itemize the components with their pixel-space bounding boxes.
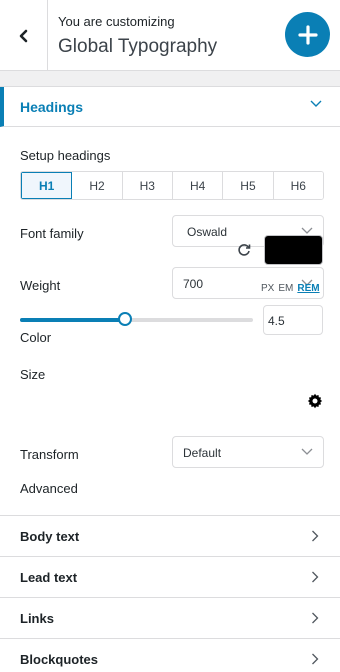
reset-icon[interactable] (236, 242, 252, 258)
back-button[interactable] (0, 0, 48, 71)
setup-headings-label: Setup headings (20, 148, 111, 163)
chevron-down-icon (310, 100, 322, 107)
section-label: Lead text (20, 570, 78, 585)
heading-h2-button[interactable]: H2 (72, 172, 123, 199)
unit-rem-button[interactable]: REM (297, 283, 319, 294)
heading-h5-button[interactable]: H5 (223, 172, 274, 199)
size-unit-switcher: PX EM REM (261, 283, 320, 294)
back-chevron-icon (19, 29, 27, 42)
section-title: Headings (20, 99, 84, 115)
section-label: Body text (20, 529, 80, 544)
headings-panel: Headings Setup headings H1 H2 H3 H4 H5 H… (0, 86, 340, 516)
gear-icon[interactable] (307, 393, 323, 409)
customizer-header: You are customizing Global Typography (0, 0, 340, 71)
color-swatch[interactable] (264, 235, 323, 265)
color-label: Color (20, 330, 52, 345)
lead-text-section[interactable]: Lead text (0, 557, 340, 598)
size-slider-track[interactable] (20, 318, 253, 322)
headings-section-header[interactable]: Headings (0, 87, 340, 127)
weight-value: 700 (183, 277, 204, 291)
chevron-right-icon (312, 530, 319, 542)
header-subtitle: You are customizing (58, 14, 175, 29)
heading-h3-button[interactable]: H3 (122, 172, 173, 199)
size-slider-thumb[interactable] (117, 312, 132, 326)
size-label: Size (20, 367, 46, 382)
heading-h6-button[interactable]: H6 (273, 172, 323, 199)
font-family-label: Font family (20, 226, 84, 241)
section-label: Blockquotes (20, 652, 99, 667)
weight-label: Weight (20, 278, 61, 293)
size-input[interactable]: 4.5 (263, 305, 323, 335)
unit-px-button[interactable]: PX (261, 283, 274, 294)
plus-icon (297, 24, 318, 45)
transform-value: Default (183, 446, 222, 460)
chevron-right-icon (312, 612, 319, 624)
chevron-down-icon (301, 227, 313, 234)
blockquotes-section[interactable]: Blockquotes (0, 639, 340, 672)
chevron-right-icon (312, 571, 319, 583)
chevron-down-icon (301, 448, 313, 455)
heading-h1-button[interactable]: H1 (21, 172, 73, 199)
transform-select[interactable]: Default (172, 436, 324, 468)
size-slider-fill (20, 318, 125, 322)
heading-h4-button[interactable]: H4 (172, 172, 224, 199)
heading-level-selector: H1 H2 H3 H4 H5 H6 (20, 171, 324, 200)
body-text-section[interactable]: Body text (0, 516, 340, 557)
add-button[interactable] (285, 12, 330, 57)
section-label: Links (20, 611, 54, 626)
unit-em-button[interactable]: EM (278, 283, 293, 294)
advanced-label: Advanced (20, 481, 78, 496)
font-family-value: Oswald (187, 225, 228, 239)
page-title: Global Typography (58, 36, 218, 57)
chevron-right-icon (312, 653, 319, 665)
links-section[interactable]: Links (0, 598, 340, 639)
transform-label: Transform (20, 447, 79, 462)
